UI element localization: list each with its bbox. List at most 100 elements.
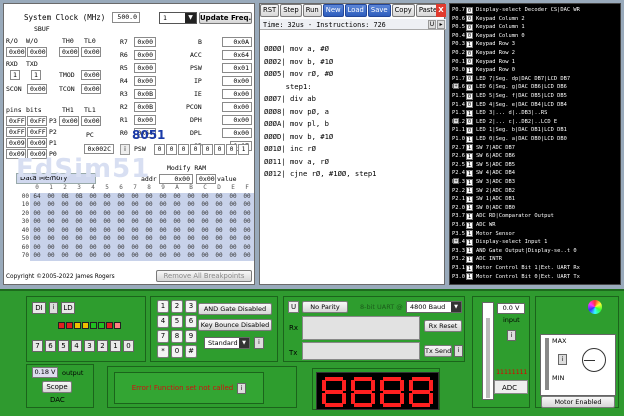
- keypad-key[interactable]: 1: [157, 300, 169, 313]
- mem-cell[interactable]: 00: [226, 218, 240, 227]
- psw-bit[interactable]: 0: [190, 144, 201, 155]
- mem-cell[interactable]: 00: [30, 209, 44, 218]
- sbuf-ro-field[interactable]: 0x00: [6, 47, 26, 57]
- mem-cell[interactable]: 00: [114, 243, 128, 252]
- mem-cell[interactable]: 00: [114, 252, 128, 261]
- mem-cell[interactable]: 00: [58, 252, 72, 261]
- switch-2[interactable]: 2: [97, 340, 108, 352]
- register-field[interactable]: 0x00: [134, 115, 156, 125]
- mem-cell[interactable]: 00: [156, 235, 170, 244]
- mem-cell[interactable]: 00: [198, 243, 212, 252]
- mem-cell[interactable]: 00: [114, 226, 128, 235]
- mem-cell[interactable]: 00: [156, 218, 170, 227]
- code-line[interactable]: ØØØD| mov b, #1Ø: [264, 132, 333, 141]
- mem-cell[interactable]: 00: [142, 243, 156, 252]
- port-pin-value[interactable]: 1: [466, 255, 473, 263]
- mem-cell[interactable]: 00: [198, 252, 212, 261]
- port-pin-value[interactable]: 0: [466, 32, 473, 40]
- sfr-register-field[interactable]: 0x00: [222, 89, 252, 99]
- mem-cell[interactable]: 0B: [58, 192, 72, 201]
- psw-bit[interactable]: 0: [202, 144, 213, 155]
- mem-cell[interactable]: 0B: [72, 192, 86, 201]
- mem-cell[interactable]: 00: [114, 235, 128, 244]
- mem-cell[interactable]: 00: [128, 192, 142, 201]
- mem-cell[interactable]: 00: [58, 218, 72, 227]
- psw-bit[interactable]: 0: [166, 144, 177, 155]
- port-pin-value[interactable]: 0: [466, 118, 473, 126]
- register-field[interactable]: 0x00: [134, 63, 156, 73]
- keypad-key[interactable]: 6: [185, 315, 197, 328]
- pc-field[interactable]: 0x002C: [84, 144, 114, 154]
- port-pin-value[interactable]: 0: [466, 23, 473, 31]
- mem-cell[interactable]: 00: [58, 201, 72, 210]
- register-field[interactable]: 0x0B: [134, 102, 156, 112]
- mem-cell[interactable]: 00: [128, 218, 142, 227]
- mem-cell[interactable]: 00: [72, 235, 86, 244]
- tl1-field[interactable]: 0x00: [81, 116, 101, 126]
- mem-cell[interactable]: 00: [58, 226, 72, 235]
- mem-cell[interactable]: 64: [30, 192, 44, 201]
- code-line[interactable]: ØØ11| mov a, rØ: [264, 157, 329, 166]
- mem-cell[interactable]: 00: [128, 209, 142, 218]
- mem-cell[interactable]: 00: [100, 226, 114, 235]
- mem-cell[interactable]: 00: [100, 243, 114, 252]
- mem-cell[interactable]: 00: [170, 218, 184, 227]
- port-pin-value[interactable]: 1: [466, 273, 473, 281]
- mem-cell[interactable]: 00: [128, 252, 142, 261]
- mem-cell[interactable]: 00: [226, 209, 240, 218]
- and-gate-button[interactable]: AND Gate Disabled: [198, 303, 272, 315]
- code-line[interactable]: step1:: [264, 82, 312, 91]
- mem-cell[interactable]: 00: [240, 226, 254, 235]
- psw-bit[interactable]: 0: [226, 144, 237, 155]
- mem-cell[interactable]: 00: [86, 209, 100, 218]
- switch-0[interactable]: 0: [123, 340, 134, 352]
- code-line[interactable]: ØØØ7| div ab: [264, 94, 316, 103]
- port-pin-value[interactable]: 1: [466, 40, 473, 48]
- port-bit-field[interactable]: 0x09: [27, 149, 47, 159]
- code-line[interactable]: ØØØ2| mov b, #1Ø: [264, 57, 333, 66]
- port-pin-value[interactable]: 1: [466, 66, 473, 74]
- mem-cell[interactable]: 00: [156, 252, 170, 261]
- mem-cell[interactable]: 00: [212, 201, 226, 210]
- port-pin-value[interactable]: 1: [466, 135, 473, 143]
- mem-cell[interactable]: 00: [44, 243, 58, 252]
- mem-cell[interactable]: 00: [30, 226, 44, 235]
- port-bit-field[interactable]: 0x09: [27, 138, 47, 148]
- mem-cell[interactable]: 00: [212, 226, 226, 235]
- mem-cell[interactable]: 00: [184, 218, 198, 227]
- port-pin-value[interactable]: 1: [466, 178, 473, 186]
- tcon-field[interactable]: 0x00: [81, 84, 101, 94]
- mem-cell[interactable]: 00: [86, 252, 100, 261]
- parity-select[interactable]: No Parity: [302, 301, 348, 313]
- mem-cell[interactable]: 00: [114, 209, 128, 218]
- key-bounce-button[interactable]: Key Bounce Disabled: [198, 319, 272, 331]
- scope-button[interactable]: Scope: [42, 381, 72, 393]
- port-pin-value[interactable]: 1: [466, 144, 473, 152]
- mem-cell[interactable]: 00: [30, 218, 44, 227]
- code-line[interactable]: ØØØ8| mov pØ, a: [264, 107, 329, 116]
- expand-icon[interactable]: +: [453, 238, 459, 245]
- mem-cell[interactable]: 00: [156, 192, 170, 201]
- tmod-field[interactable]: 0x00: [81, 70, 101, 80]
- mem-cell[interactable]: 00: [44, 252, 58, 261]
- port-pin-value[interactable]: 0: [466, 126, 473, 134]
- baud-select[interactable]: 4800 Baud ▼: [406, 301, 462, 313]
- rxd-field[interactable]: 1: [10, 70, 20, 80]
- mem-cell[interactable]: 00: [58, 243, 72, 252]
- mem-cell[interactable]: 00: [58, 235, 72, 244]
- keypad-key[interactable]: 0: [171, 345, 183, 358]
- mem-cell[interactable]: 00: [86, 226, 100, 235]
- port-pin-value[interactable]: 1: [466, 230, 473, 238]
- remove-breakpoints-button[interactable]: Remove All Breakpoints: [156, 270, 252, 282]
- mem-cell[interactable]: 00: [142, 226, 156, 235]
- mem-cell[interactable]: 00: [44, 235, 58, 244]
- expand-icon[interactable]: +: [453, 83, 459, 90]
- mem-cell[interactable]: 00: [100, 192, 114, 201]
- mem-cell[interactable]: 00: [156, 209, 170, 218]
- mem-cell[interactable]: 00: [212, 243, 226, 252]
- switch-1[interactable]: 1: [110, 340, 121, 352]
- mem-cell[interactable]: 00: [184, 201, 198, 210]
- mem-cell[interactable]: 00: [100, 218, 114, 227]
- mem-cell[interactable]: 00: [44, 218, 58, 227]
- keypad-key[interactable]: #: [185, 345, 197, 358]
